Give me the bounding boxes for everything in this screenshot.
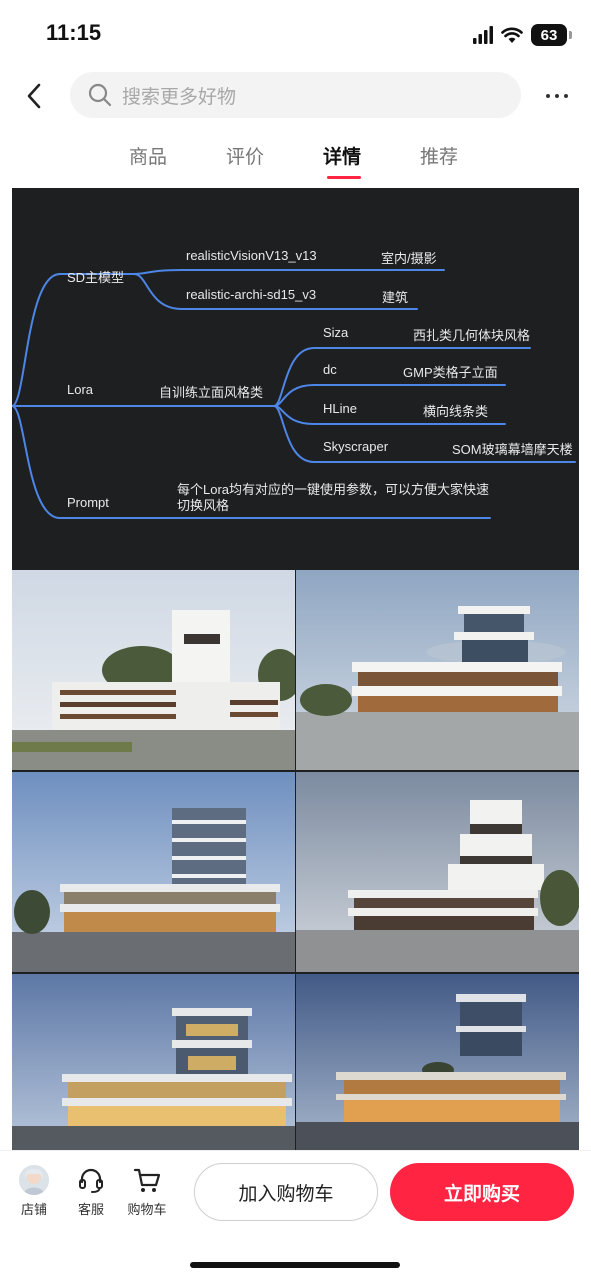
tab-products[interactable]: 商品 xyxy=(129,142,167,169)
detail-content: SD主模型 realisticVisionV13_v13 室内/摄影 reali… xyxy=(12,188,579,1150)
tab-reviews[interactable]: 评价 xyxy=(226,142,264,169)
architecture-rendering xyxy=(296,974,579,1150)
mindmap-sd-model-desc: 建筑 xyxy=(382,290,409,305)
architecture-rendering xyxy=(12,772,295,972)
mindmap-lora-sublabel: 自训练立面风格类 xyxy=(159,385,264,400)
mindmap-lora-name: Siza xyxy=(323,325,349,340)
more-dot xyxy=(555,94,559,98)
tab-bar: 商品 评价 详情 推荐 xyxy=(0,130,591,182)
active-tab-indicator xyxy=(327,176,361,179)
rendering-gallery xyxy=(12,570,579,1150)
mindmap-lora-desc: GMP类格子立面 xyxy=(403,365,498,380)
customer-service-button[interactable]: 客服 xyxy=(69,1165,113,1218)
add-to-cart-button[interactable]: 加入购物车 xyxy=(194,1163,378,1221)
mindmap-lora-desc: 西扎类几何体块风格 xyxy=(413,328,531,343)
mindmap-lora-name: Skyscraper xyxy=(323,439,389,454)
battery-level: 63 xyxy=(540,26,558,44)
home-indicator xyxy=(190,1262,400,1268)
store-label: 店铺 xyxy=(20,1203,47,1218)
more-dot xyxy=(546,94,550,98)
mindmap-lora-desc: SOM玻璃幕墙摩天楼 xyxy=(452,442,573,457)
mindmap-sd-model-label: SD主模型 xyxy=(67,270,125,285)
mindmap-prompt-desc-line2: 切换风格 xyxy=(177,498,230,513)
search-placeholder: 搜索更多好物 xyxy=(122,85,237,108)
mindmap-lora-name: dc xyxy=(323,362,337,377)
bottom-action-bar: 店铺 客服 购物车 加入购物车 立即购买 xyxy=(0,1150,591,1280)
tab-details[interactable]: 详情 xyxy=(323,142,361,169)
architecture-rendering xyxy=(12,974,295,1150)
tab-recommend[interactable]: 推荐 xyxy=(420,142,458,169)
headset-icon xyxy=(79,1168,103,1193)
mindmap-sd-model-desc: 室内/摄影 xyxy=(381,251,437,266)
store-avatar xyxy=(19,1165,49,1195)
cart-label: 购物车 xyxy=(127,1203,167,1218)
status-icons: 63 xyxy=(473,24,572,46)
customer-service-label: 客服 xyxy=(77,1203,104,1218)
mindmap-prompt-label: Prompt xyxy=(67,495,109,510)
wifi-icon xyxy=(501,27,523,43)
cart-icon xyxy=(133,1168,161,1192)
more-button[interactable] xyxy=(537,76,577,116)
back-arrow-icon xyxy=(27,83,41,109)
back-button[interactable] xyxy=(14,76,54,116)
store-button[interactable]: 店铺 xyxy=(12,1165,56,1218)
mindmap-lora-label: Lora xyxy=(67,382,94,397)
status-bar: 11:15 63 xyxy=(0,0,591,68)
mindmap-sd-model-name: realisticVisionV13_v13 xyxy=(186,248,317,263)
search-input[interactable]: 搜索更多好物 xyxy=(70,72,521,118)
architecture-rendering xyxy=(296,772,579,972)
mindmap-lora-desc: 横向线条类 xyxy=(423,404,489,419)
status-time: 11:15 xyxy=(46,20,102,45)
signal-icon xyxy=(473,26,493,44)
mindmap-diagram: SD主模型 realisticVisionV13_v13 室内/摄影 reali… xyxy=(12,188,579,570)
battery-indicator: 63 xyxy=(531,24,572,46)
mindmap-sd-model-name: realistic-archi-sd15_v3 xyxy=(186,287,317,302)
cart-button[interactable]: 购物车 xyxy=(125,1165,169,1218)
mindmap-lora-name: HLine xyxy=(323,401,357,416)
search-icon xyxy=(88,83,112,107)
architecture-rendering xyxy=(296,570,579,770)
buy-now-button[interactable]: 立即购买 xyxy=(390,1163,574,1221)
architecture-rendering xyxy=(12,570,295,770)
top-nav: 搜索更多好物 xyxy=(0,68,591,124)
more-dot xyxy=(564,94,568,98)
